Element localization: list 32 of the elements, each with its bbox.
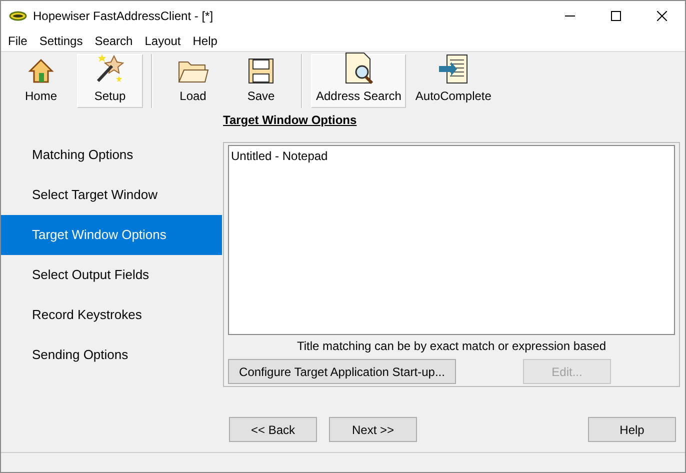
list-item[interactable]: Untitled - Notepad <box>231 147 672 165</box>
hint-text: Title matching can be by exact match or expression based <box>296 338 608 355</box>
toolbar-button[interactable]: Home <box>9 54 73 108</box>
toolbar-button[interactable]: Setup <box>77 54 143 108</box>
sidebar-item[interactable]: Target Window Options <box>1 215 222 255</box>
house-icon <box>28 58 54 84</box>
sidebar-item[interactable]: Select Output Fields <box>1 255 222 295</box>
menu-item[interactable]: File <box>1 32 32 50</box>
magic-wand-icon <box>94 52 126 84</box>
app-logo-icon <box>9 11 27 21</box>
menu-item[interactable]: Help <box>186 32 222 50</box>
window-title: Hopewiser FastAddressClient - [*] <box>33 8 214 25</box>
footer-button[interactable]: Next >> <box>329 417 417 442</box>
close-icon <box>657 11 667 21</box>
toolbar-button[interactable]: Save <box>229 54 293 108</box>
sidebar-item[interactable]: Select Target Window <box>1 175 222 215</box>
configure-button[interactable]: Configure Target Application Start-up... <box>228 359 456 384</box>
toolbar-button[interactable]: AutoComplete <box>410 54 496 108</box>
footer-button[interactable]: << Back <box>229 417 317 442</box>
footer-button[interactable]: Help <box>588 417 676 442</box>
toolbar-button[interactable]: Load <box>161 54 225 108</box>
menu-item[interactable]: Search <box>88 32 138 50</box>
sidebar-item[interactable]: Matching Options <box>1 135 222 175</box>
toolbar-button[interactable]: Address Search <box>311 54 406 108</box>
maximize-icon <box>611 11 621 21</box>
search-icon <box>342 52 375 84</box>
menu-item[interactable]: Layout <box>138 32 186 50</box>
menu-item[interactable]: Settings <box>32 32 88 50</box>
section-heading: Target Window Options <box>223 112 357 129</box>
sidebar-item[interactable]: Record Keystrokes <box>1 295 222 335</box>
sidebar-item[interactable]: Sending Options <box>1 335 222 375</box>
document-arrow-icon <box>437 54 470 84</box>
